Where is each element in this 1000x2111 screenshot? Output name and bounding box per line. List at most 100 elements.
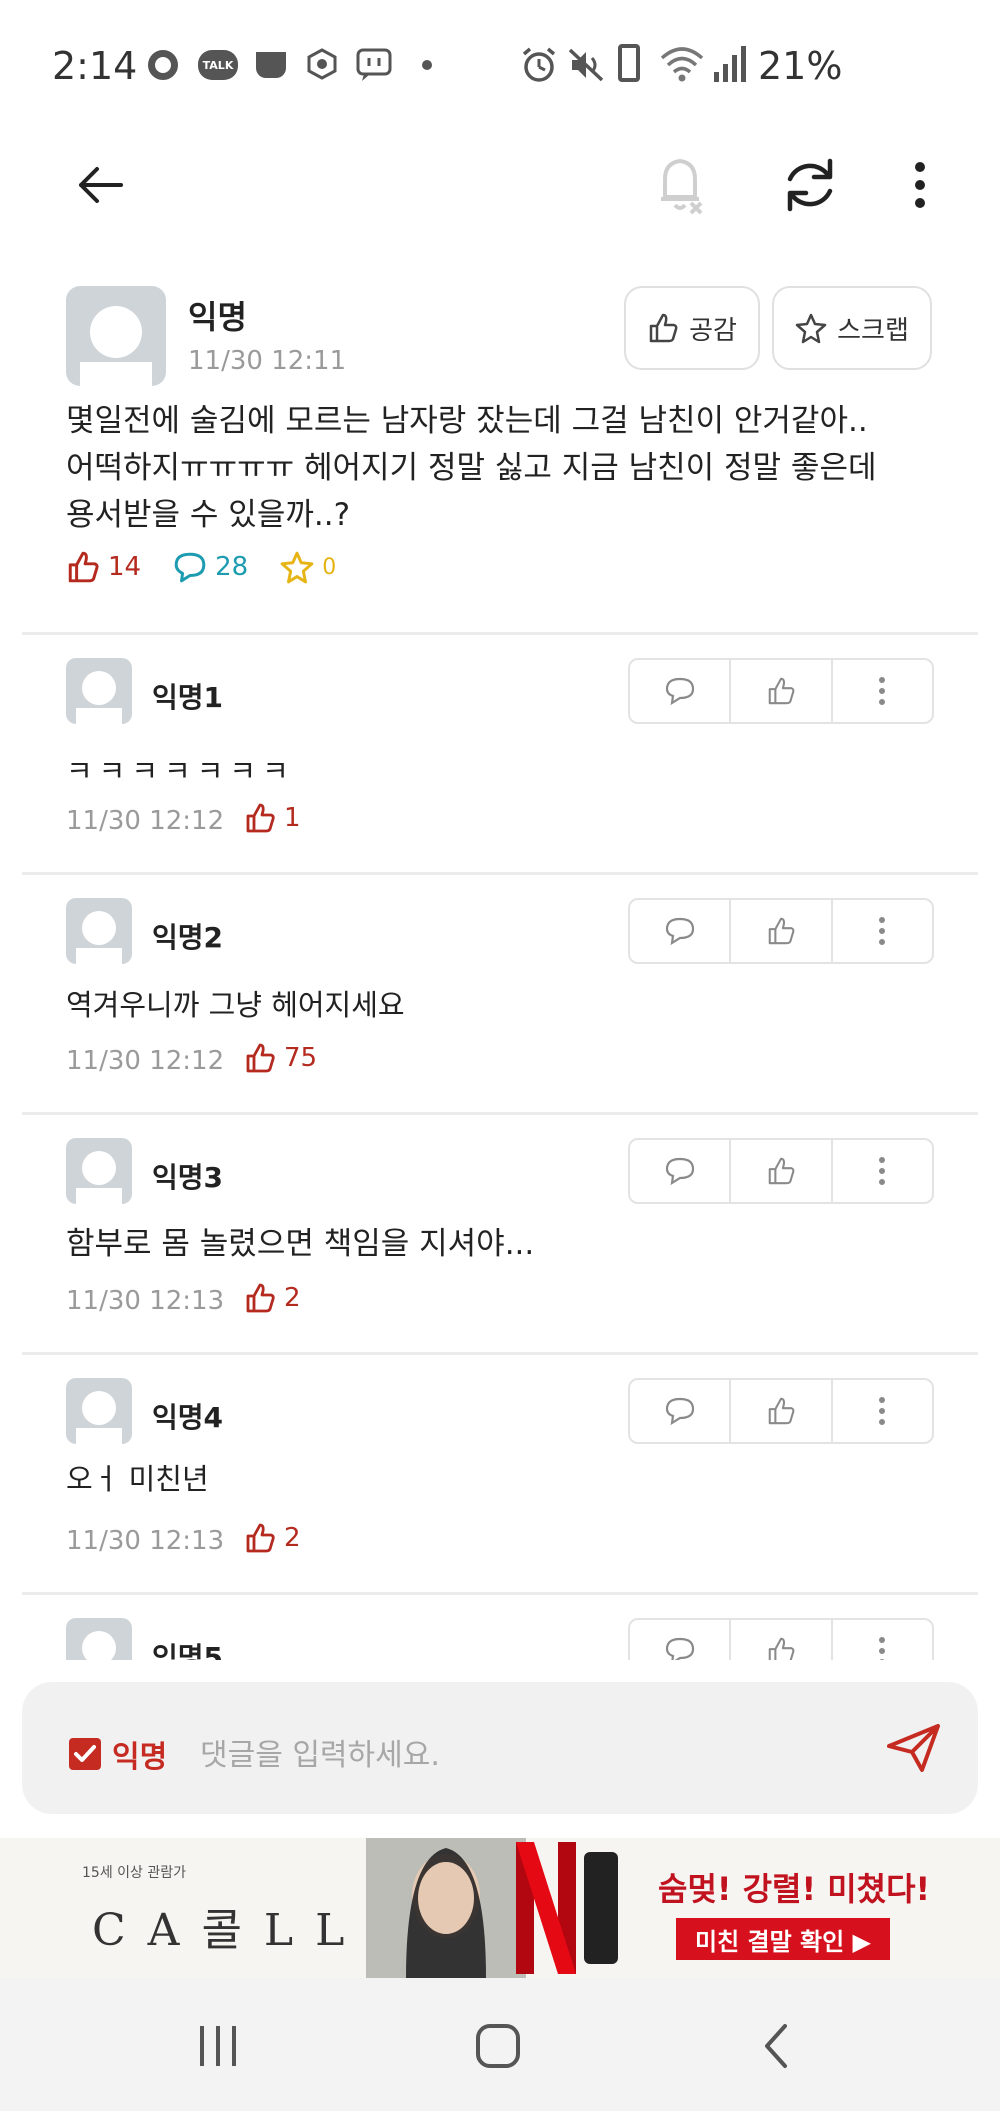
comment-item: 익명3 함부로 몸 놀렸으면 책임을 지셔야... 11/30 12:13 2 [0, 1116, 1000, 1356]
comment-list[interactable]: 익명1 ㅋㅋㅋㅋㅋㅋㅋ 11/30 12:12 1 익명2 역겨우니까 그냥 헤… [0, 636, 1000, 1660]
reply-icon [665, 1397, 694, 1426]
status-bar: 2:14 TALK 21% [0, 0, 1000, 120]
more-vertical-icon [879, 1397, 886, 1425]
comment-composer: 익명 댓글을 입력하세요. [22, 1682, 978, 1814]
ad-photo [366, 1838, 526, 1978]
home-button[interactable] [458, 2014, 538, 2078]
comment-more-button[interactable] [833, 660, 932, 722]
checkbox-checked-icon [69, 1738, 101, 1770]
thumbs-up-icon [768, 1157, 795, 1185]
post-body-line: 어떡하지ㅠㅠㅠㅠ 헤어지기 정말 싫고 지금 남친이 정말 좋은데 [66, 450, 877, 486]
ad-banner[interactable]: 15세 이상 관람가 CA콜LL 숨멎! 강렬! 미쳤다! 미친 결말 확인 ▶ [0, 1838, 1000, 1978]
comment-text: 역겨우니까 그냥 헤어지세요 [66, 988, 405, 1022]
reply-button[interactable] [630, 1140, 732, 1202]
reply-button[interactable] [630, 660, 732, 722]
comment-like-button[interactable] [731, 660, 833, 722]
comment-date: 11/30 12:12 [66, 806, 225, 836]
refresh-button[interactable] [770, 145, 850, 225]
comment-author: 익명3 [152, 1161, 224, 1194]
more-vertical-icon [879, 677, 886, 705]
divider [22, 1112, 978, 1115]
comment-item: 익명5 [0, 1596, 1000, 1660]
send-icon [887, 1724, 940, 1772]
comment-author: 익명5 [152, 1641, 224, 1660]
comment-like-button[interactable] [731, 900, 833, 962]
post-scrap-count: 0 [322, 554, 337, 580]
comment-like-value: 75 [284, 1043, 318, 1073]
post-author-avatar [66, 286, 166, 386]
reply-icon [665, 917, 694, 946]
comment-actions [628, 658, 934, 724]
reply-icon [665, 677, 694, 706]
comment-actions [628, 898, 934, 964]
comment-text: ㅋㅋㅋㅋㅋㅋㅋ [66, 754, 295, 788]
post-like-count: 14 [108, 552, 142, 582]
anonymous-label: 익명 [112, 1740, 168, 1775]
anonymous-toggle[interactable]: 익명 [68, 1732, 167, 1776]
reply-icon [665, 1637, 694, 1660]
thumbs-up-icon [768, 677, 795, 705]
ad-logo: CA콜LL [92, 1905, 367, 1956]
comment-more-button[interactable] [833, 1620, 932, 1660]
brand-logo-n [514, 1842, 578, 1974]
divider [22, 632, 978, 635]
comment-more-button[interactable] [833, 1380, 932, 1442]
post-body-line: 용서받을 수 있을까..? [66, 497, 351, 533]
comment-author: 익명2 [152, 921, 224, 954]
circle-notification-icon [148, 50, 178, 80]
back-button[interactable] [60, 145, 140, 225]
comment-like-button[interactable] [731, 1620, 833, 1660]
system-nav-bar [0, 1978, 1000, 2111]
comment-actions [628, 1378, 934, 1444]
ad-rating: 15세 이상 관람가 [82, 1865, 186, 1881]
comment-avatar [66, 658, 132, 724]
more-button[interactable] [880, 145, 960, 225]
signal-icon [712, 44, 746, 88]
comment-like-button[interactable] [731, 1380, 833, 1442]
comment-more-button[interactable] [833, 900, 932, 962]
ad-cta-button[interactable]: 미친 결말 확인 ▶ [676, 1918, 890, 1960]
battery-saver-icon [618, 44, 640, 82]
post-stats: 14 28 0 [66, 550, 336, 584]
more-vertical-icon [915, 162, 925, 208]
comment-item: 익명1 ㅋㅋㅋㅋㅋㅋㅋ 11/30 12:12 1 [0, 636, 1000, 876]
comment-date: 11/30 12:13 [66, 1526, 225, 1556]
comment-input[interactable]: 댓글을 입력하세요. [200, 1730, 440, 1774]
more-vertical-icon [879, 1637, 886, 1660]
comment-like-button[interactable] [731, 1140, 833, 1202]
more-vertical-icon [879, 1157, 886, 1185]
comment-more-button[interactable] [833, 1140, 932, 1202]
reply-button[interactable] [630, 1380, 732, 1442]
home-icon [476, 2024, 520, 2068]
notification-toggle-button[interactable] [640, 145, 720, 225]
star-icon [795, 313, 827, 344]
post-scrap-label: 스크랩 [837, 315, 909, 346]
comment-date: 11/30 12:12 [66, 1046, 225, 1076]
battery-percent: 21% [758, 44, 843, 88]
recent-apps-icon [200, 2026, 236, 2066]
comment-avatar [66, 1378, 132, 1444]
nav-back-button[interactable] [736, 2014, 816, 2078]
reply-button[interactable] [630, 900, 732, 962]
thumbs-up-icon [246, 1523, 275, 1553]
post-scrap-button[interactable]: 스크랩 [772, 286, 932, 370]
comment-like-count: 75 [244, 1042, 317, 1074]
post-date: 11/30 12:11 [188, 346, 347, 376]
ad-phone-image [584, 1852, 618, 1964]
thumbs-up-icon [246, 803, 275, 833]
post-comment-count: 28 [215, 552, 249, 582]
post-body-line: 몇일전에 술김에 모르는 남자랑 잤는데 그걸 남친이 안거같아.. [66, 403, 868, 439]
reply-button[interactable] [630, 1620, 732, 1660]
alarm-icon [520, 46, 558, 88]
send-button[interactable] [882, 1718, 946, 1778]
comment-text: 오ㅓ 미친년 [66, 1462, 209, 1496]
hexagon-icon [306, 48, 338, 80]
comment-author: 익명4 [152, 1401, 224, 1434]
bell-off-icon [661, 158, 703, 215]
wifi-icon [660, 44, 704, 88]
comment-actions [628, 1618, 934, 1660]
more-vertical-icon [879, 917, 886, 945]
recent-apps-button[interactable] [178, 2014, 258, 2078]
thumbs-up-icon [649, 313, 678, 343]
post-like-button[interactable]: 공감 [624, 286, 760, 370]
